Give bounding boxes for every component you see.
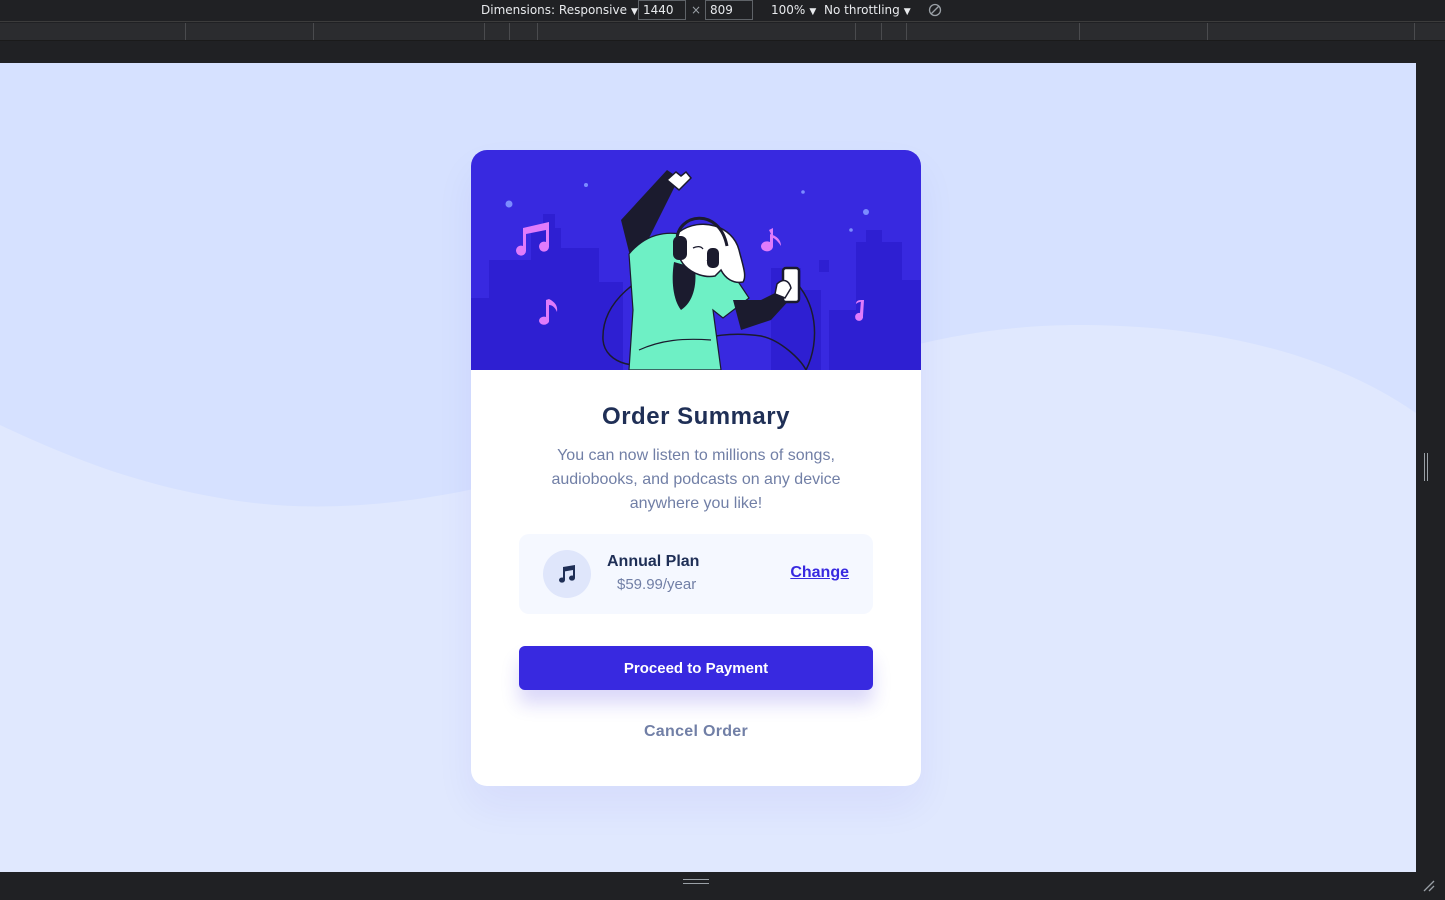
- viewport-right-resize-handle[interactable]: [1416, 63, 1445, 872]
- resize-grip-icon: [1424, 453, 1428, 481]
- zoom-dropdown[interactable]: 100% ▼: [771, 0, 816, 22]
- corner-resize-icon[interactable]: [1423, 880, 1435, 892]
- hero-illustration: [471, 150, 921, 370]
- media-query-bar[interactable]: [0, 23, 1445, 41]
- height-input[interactable]: 809: [705, 0, 753, 20]
- cancel-order-button[interactable]: Cancel Order: [471, 723, 921, 741]
- device-toolbar: Dimensions: Responsive ▼ 1440 × 809 100% ▼…: [0, 0, 1445, 22]
- page-title: Order Summary: [602, 403, 790, 430]
- viewport-bottom-resize-handle[interactable]: [0, 872, 1445, 900]
- order-summary-card: Order Summary You can now listen to mill…: [471, 150, 921, 786]
- resize-grip-icon: [683, 879, 709, 884]
- page-viewport: Order Summary You can now listen to mill…: [0, 63, 1416, 872]
- chevron-down-icon: ▼: [903, 7, 911, 17]
- chevron-down-icon: ▼: [809, 7, 817, 17]
- chevron-down-icon: ▼: [630, 7, 638, 17]
- plan-price: $59.99/year: [617, 576, 697, 593]
- throttling-dropdown[interactable]: No throttling ▼: [824, 0, 911, 22]
- proceed-to-payment-button[interactable]: Proceed to Payment: [519, 646, 873, 690]
- change-plan-link[interactable]: Change: [790, 564, 849, 582]
- toolbar-spacer: [0, 41, 1445, 63]
- throttling-label: No throttling: [824, 3, 900, 17]
- plan-summary: Annual Plan $59.99/year Change: [519, 534, 873, 614]
- zoom-label: 100%: [771, 3, 806, 17]
- music-note-icon: [543, 550, 591, 598]
- rotate-icon[interactable]: [928, 3, 942, 25]
- card-description: You can now listen to millions of songs,…: [551, 447, 841, 512]
- dimensions-label: Dimensions: Responsive: [481, 3, 627, 17]
- plan-name: Annual Plan: [607, 553, 700, 570]
- times-separator: ×: [691, 3, 702, 17]
- dimensions-dropdown[interactable]: Dimensions: Responsive ▼: [481, 0, 638, 22]
- width-input[interactable]: 1440: [638, 0, 686, 20]
